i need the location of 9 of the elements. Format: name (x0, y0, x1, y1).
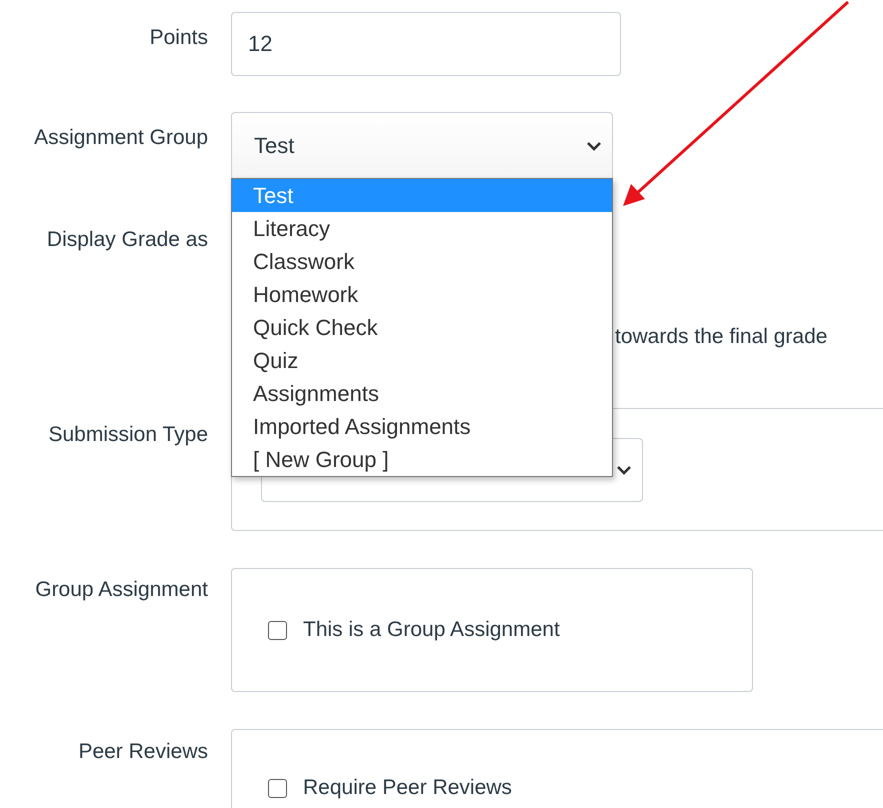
checkbox-label: This is a Group Assignment (303, 618, 560, 642)
field-label: Assignment Group (34, 126, 208, 150)
field-label: Points (150, 26, 208, 50)
field-label: Peer Reviews (78, 740, 208, 764)
grade-note-text: towards the final grade (615, 325, 828, 348)
field-label: Display Grade as (46, 228, 208, 252)
field-label: Submission Type (48, 423, 208, 447)
field-label: Group Assignment (35, 578, 208, 602)
checkbox-label: Require Peer Reviews (303, 776, 512, 800)
